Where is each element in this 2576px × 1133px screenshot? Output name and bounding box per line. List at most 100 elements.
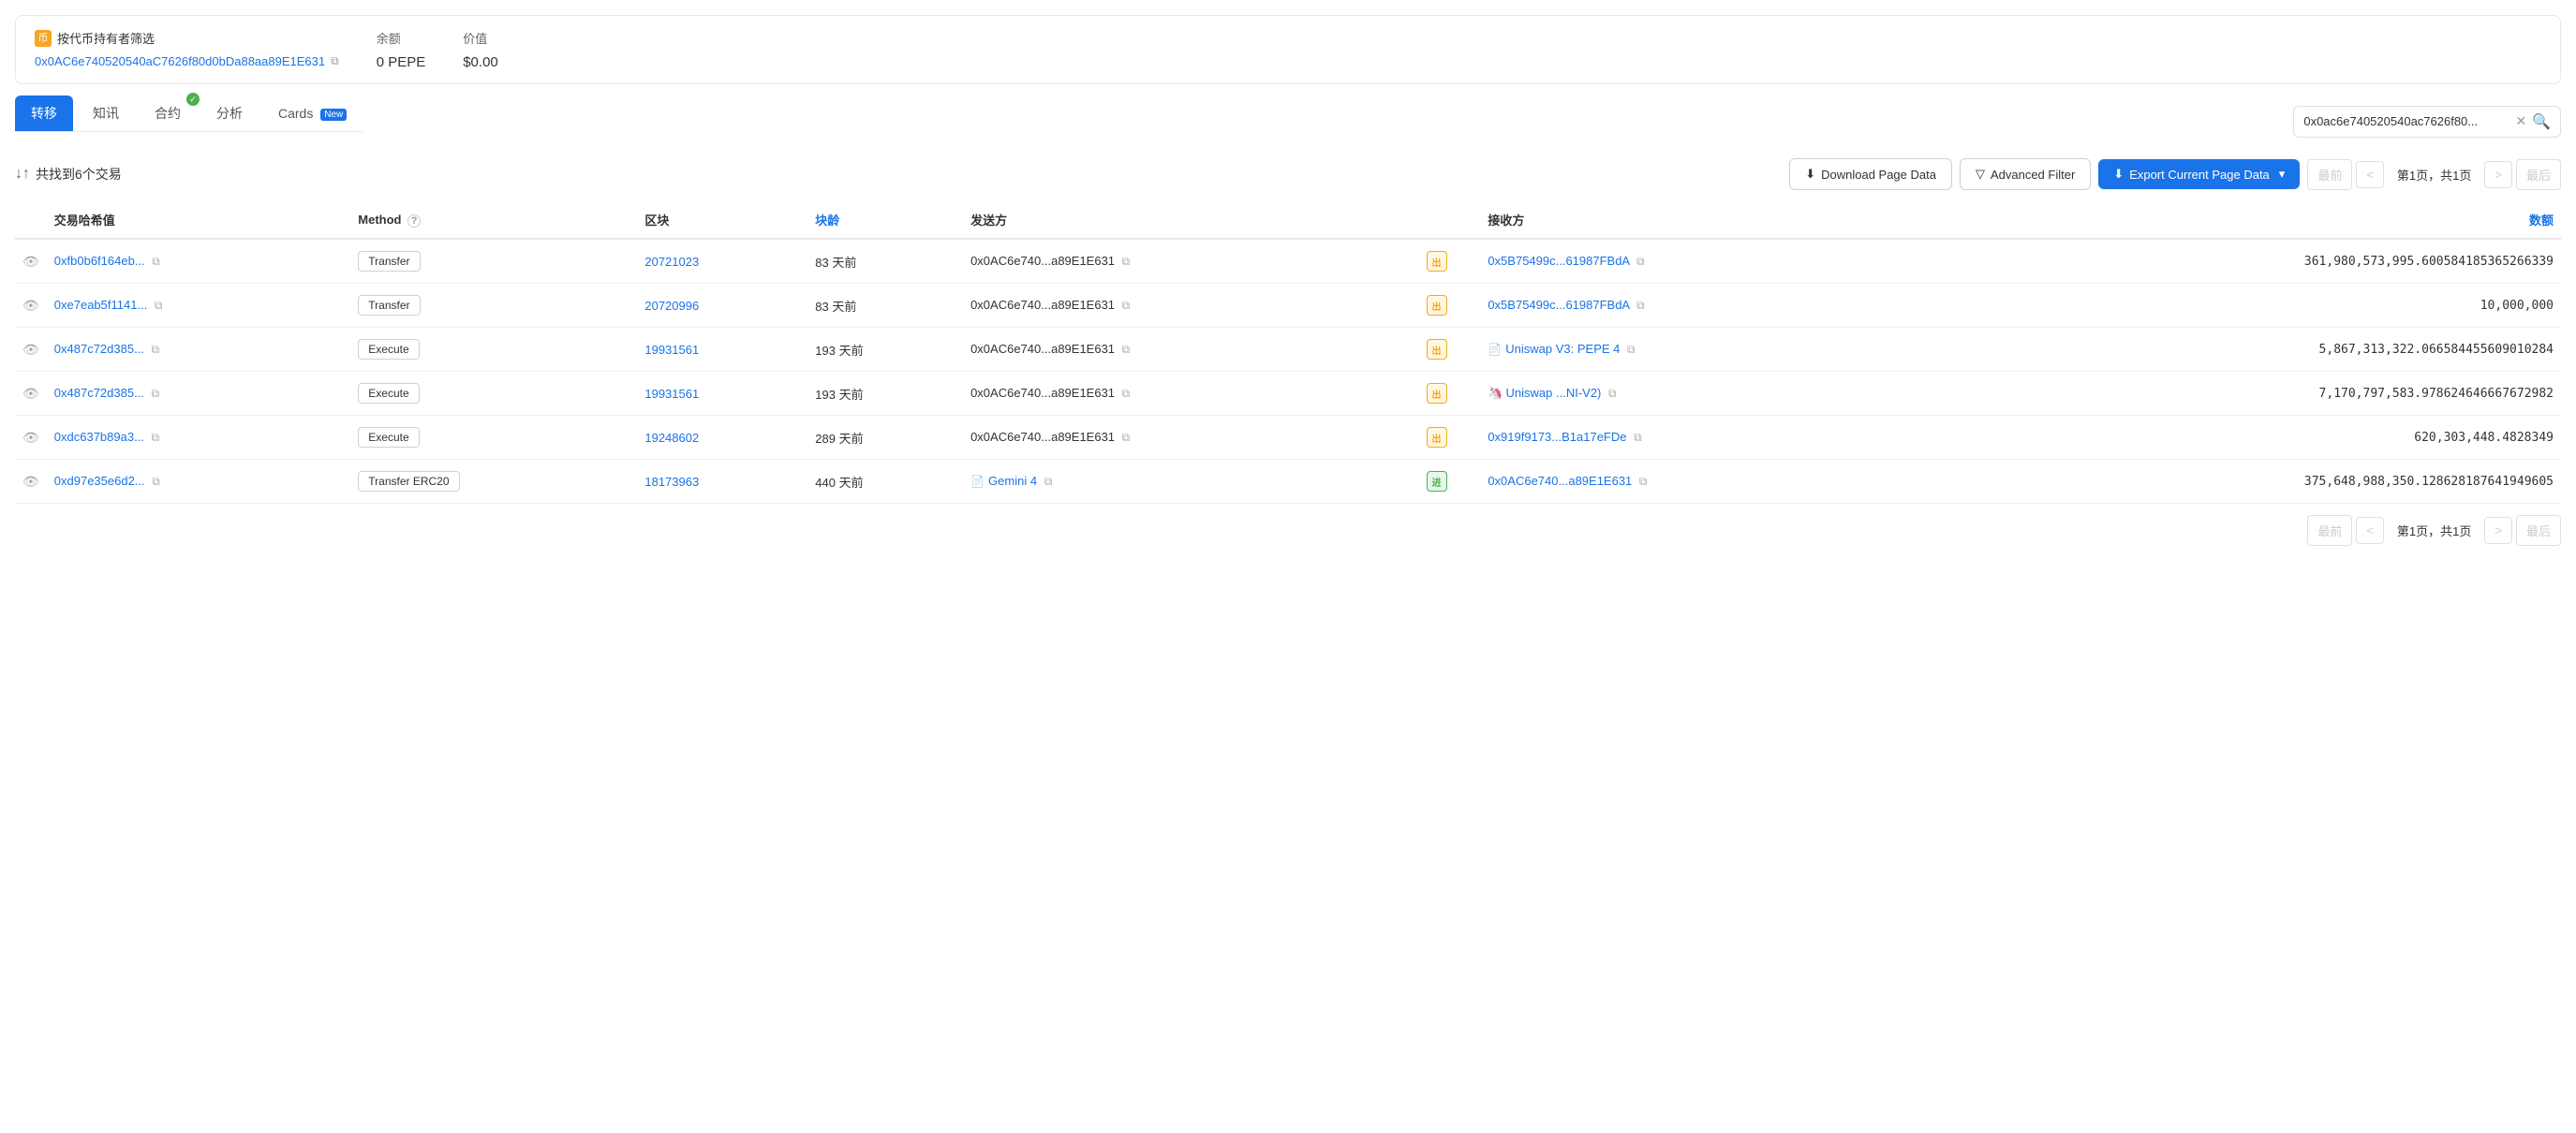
to-copy-1[interactable]: ⧉ <box>1636 299 1645 312</box>
next-page-button[interactable]: > <box>2484 161 2512 188</box>
row-direction-1: 出 <box>1393 284 1481 328</box>
to-link-1[interactable]: 0x5B75499c...61987FBdA <box>1488 298 1629 312</box>
row-age-0: 83 天前 <box>807 239 963 284</box>
txhash-copy-5[interactable]: ⧉ <box>152 475 160 488</box>
txhash-copy-1[interactable]: ⧉ <box>155 299 163 312</box>
block-link-1[interactable]: 20720996 <box>644 299 699 313</box>
txhash-copy-4[interactable]: ⧉ <box>152 431 160 444</box>
row-from-3: 0x0AC6e740...a89E1E631 ⧉ <box>963 372 1393 416</box>
txhash-link-4[interactable]: 0xdc637b89a3... <box>54 430 144 444</box>
tab-news[interactable]: 知讯 <box>77 96 135 131</box>
txhash-link-3[interactable]: 0x487c72d385... <box>54 386 144 400</box>
eye-icon-1[interactable]: 👁 <box>22 298 39 313</box>
from-copy-2[interactable]: ⧉ <box>1122 343 1131 356</box>
search-clear-icon[interactable]: ✕ <box>2515 113 2526 129</box>
eye-icon-3[interactable]: 👁 <box>22 386 39 401</box>
to-link-3[interactable]: Uniswap ...NI-V2) <box>1506 386 1602 400</box>
toolbar-actions: ⬇ Download Page Data ▽ Advanced Filter ⬇… <box>1789 158 2300 190</box>
block-link-2[interactable]: 19931561 <box>644 343 699 357</box>
tab-cards[interactable]: Cards New <box>262 97 363 129</box>
row-eye-0[interactable]: 👁 <box>15 239 47 284</box>
direction-badge-1: 出 <box>1427 295 1447 316</box>
eye-icon-4[interactable]: 👁 <box>22 430 39 445</box>
download-button[interactable]: ⬇ Download Page Data <box>1789 158 1952 190</box>
bottom-next-button[interactable]: > <box>2484 517 2512 544</box>
block-link-0[interactable]: 20721023 <box>644 255 699 269</box>
from-copy-3[interactable]: ⧉ <box>1122 387 1131 400</box>
txhash-copy-2[interactable]: ⧉ <box>152 343 160 356</box>
tab-transfer[interactable]: 转移 <box>15 96 73 131</box>
address-text: 0x0AC6e740520540aC7626f80d0bDa88aa89E1E6… <box>35 54 325 68</box>
row-eye-2[interactable]: 👁 <box>15 328 47 372</box>
th-direction <box>1393 201 1481 239</box>
method-badge-1: Transfer <box>358 295 420 316</box>
txhash-link-1[interactable]: 0xe7eab5f1141... <box>54 298 148 312</box>
filter-section-balance: 余额 0 PEPE <box>377 29 426 70</box>
row-amount-0: 361,980,573,995.600584185365266339 <box>1910 239 2561 284</box>
cards-badge: New <box>320 109 347 121</box>
bottom-first-button[interactable]: 最前 <box>2307 515 2352 546</box>
tab-analytics-label: 分析 <box>216 106 243 121</box>
row-amount-4: 620,303,448.4828349 <box>1910 416 2561 460</box>
to-copy-0[interactable]: ⧉ <box>1636 255 1645 268</box>
eye-icon-2[interactable]: 👁 <box>22 342 39 357</box>
block-link-3[interactable]: 19931561 <box>644 387 699 401</box>
row-txhash-0: 0xfb0b6f164eb... ⧉ <box>47 239 350 284</box>
from-copy-0[interactable]: ⧉ <box>1122 255 1131 268</box>
tab-contract[interactable]: 合约 ✓ <box>139 96 197 131</box>
bottom-page-info: 第1页，共1页 <box>2388 516 2480 545</box>
to-copy-5[interactable]: ⧉ <box>1639 475 1648 488</box>
from-copy-1[interactable]: ⧉ <box>1122 299 1131 312</box>
row-amount-2: 5,867,313,322.066584455609010284 <box>1910 328 2561 372</box>
filter-section-value: 价值 $0.00 <box>463 29 498 70</box>
to-link-2[interactable]: Uniswap V3: PEPE 4 <box>1505 342 1620 356</box>
table-row: 👁 0x487c72d385... ⧉ Execute 19931561 193… <box>15 372 2561 416</box>
first-page-button[interactable]: 最前 <box>2307 159 2352 190</box>
tab-analytics[interactable]: 分析 <box>200 96 259 131</box>
copy-address-icon[interactable]: ⧉ <box>331 54 339 68</box>
bottom-last-button[interactable]: 最后 <box>2516 515 2561 546</box>
search-box[interactable]: ✕ 🔍 <box>2293 106 2561 138</box>
from-copy-5[interactable]: ⧉ <box>1044 475 1053 488</box>
bottom-pagination: 最前 < 第1页，共1页 > 最后 <box>15 515 2561 546</box>
toolbar: ↓↑ 共找到6个交易 ⬇ Download Page Data ▽ Advanc… <box>15 147 2561 201</box>
export-button[interactable]: ⬇ Export Current Page Data ▾ <box>2098 159 2300 189</box>
filter-button[interactable]: ▽ Advanced Filter <box>1960 158 2091 190</box>
search-icon[interactable]: 🔍 <box>2532 112 2551 131</box>
to-link-4[interactable]: 0x919f9173...B1a17eFDe <box>1488 430 1626 444</box>
sort-icon[interactable]: ↓↑ <box>15 166 30 183</box>
from-copy-4[interactable]: ⧉ <box>1122 431 1131 444</box>
block-link-5[interactable]: 18173963 <box>644 475 699 489</box>
row-to-0: 0x5B75499c...61987FBdA ⧉ <box>1480 239 1910 284</box>
method-help-icon[interactable]: ? <box>407 214 421 228</box>
txhash-link-5[interactable]: 0xd97e35e6d2... <box>54 474 145 488</box>
row-txhash-3: 0x487c72d385... ⧉ <box>47 372 350 416</box>
to-copy-2[interactable]: ⧉ <box>1627 343 1636 356</box>
eye-icon-5[interactable]: 👁 <box>22 474 39 489</box>
row-eye-3[interactable]: 👁 <box>15 372 47 416</box>
to-copy-3[interactable]: ⧉ <box>1608 387 1617 400</box>
row-eye-1[interactable]: 👁 <box>15 284 47 328</box>
from-link-5[interactable]: Gemini 4 <box>988 474 1037 488</box>
table-header: 交易哈希值 Method ? 区块 块龄 发送方 接收方 数额 <box>15 201 2561 239</box>
prev-page-button[interactable]: < <box>2356 161 2384 188</box>
row-eye-4[interactable]: 👁 <box>15 416 47 460</box>
txhash-copy-0[interactable]: ⧉ <box>152 255 160 268</box>
row-age-1: 83 天前 <box>807 284 963 328</box>
to-link-0[interactable]: 0x5B75499c...61987FBdA <box>1488 254 1629 268</box>
block-link-4[interactable]: 19248602 <box>644 431 699 445</box>
row-block-2: 19931561 <box>637 328 807 372</box>
transactions-table-container: 交易哈希值 Method ? 区块 块龄 发送方 接收方 数额 👁 <box>15 201 2561 504</box>
txhash-copy-3[interactable]: ⧉ <box>152 387 160 400</box>
th-eye <box>15 201 47 239</box>
txhash-link-0[interactable]: 0xfb0b6f164eb... <box>54 254 145 268</box>
txhash-link-2[interactable]: 0x487c72d385... <box>54 342 144 356</box>
row-block-0: 20721023 <box>637 239 807 284</box>
last-page-button[interactable]: 最后 <box>2516 159 2561 190</box>
to-link-5[interactable]: 0x0AC6e740...a89E1E631 <box>1488 474 1632 488</box>
bottom-prev-button[interactable]: < <box>2356 517 2384 544</box>
eye-icon-0[interactable]: 👁 <box>22 254 39 269</box>
row-eye-5[interactable]: 👁 <box>15 460 47 504</box>
search-input[interactable] <box>2303 114 2509 128</box>
to-copy-4[interactable]: ⧉ <box>1634 431 1642 444</box>
